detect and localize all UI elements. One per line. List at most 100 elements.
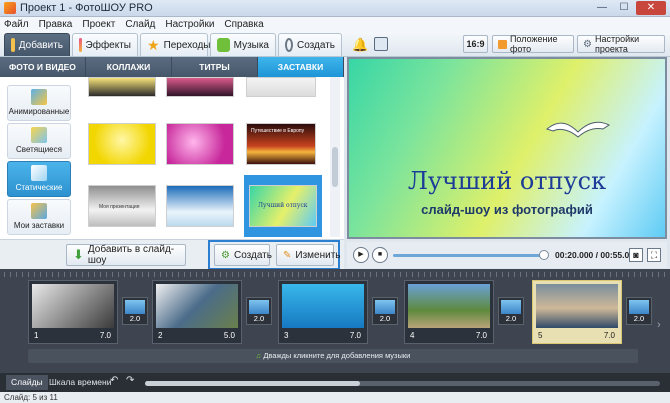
sub-tabs: ФОТО И ВИДЕО КОЛЛАЖИ ТИТРЫ ЗАСТАВКИ: [0, 57, 344, 77]
category-glowing[interactable]: Светящиеся: [7, 123, 71, 159]
menu-settings[interactable]: Настройки: [165, 19, 214, 30]
arrow-down-icon: ⬇: [73, 247, 84, 262]
play-button[interactable]: ▶: [353, 247, 369, 263]
bell-icon[interactable]: 🔔: [352, 37, 368, 52]
menu-help[interactable]: Справка: [224, 19, 263, 30]
menu-file[interactable]: Файл: [4, 19, 29, 30]
fullscreen-icon[interactable]: ⛶: [647, 248, 661, 262]
transition-3-preview: [375, 300, 395, 314]
slide-1-info: 1 7.0: [34, 331, 111, 340]
create-intro-button[interactable]: ⚙ Создать: [214, 244, 272, 266]
slide-1-photo: [32, 284, 114, 328]
photo-icon[interactable]: [374, 37, 388, 51]
minimize-button[interactable]: —: [592, 1, 612, 15]
tab-timeline[interactable]: Шкала времени: [44, 375, 116, 390]
transition-2[interactable]: 2.0: [246, 297, 272, 325]
slide-2[interactable]: 2 5.0: [152, 280, 242, 344]
preview-title: Лучший отпуск: [407, 167, 607, 195]
preview-window: Лучший отпуск слайд-шоу из фотографий: [347, 57, 667, 239]
gallery-actions: ⬇ Добавить в слайд-шоу ⚙ Создать ✎ Измен…: [0, 239, 344, 270]
snapshot-icon[interactable]: ◙: [629, 248, 643, 262]
slide-4-info: 4 7.0: [410, 331, 487, 340]
music-icon: [217, 38, 230, 52]
playback-knob[interactable]: [539, 250, 549, 260]
film-reel-icon: [285, 38, 293, 52]
tab-create[interactable]: Создать: [278, 33, 342, 56]
menu-project[interactable]: Проект: [82, 19, 115, 30]
slide-3[interactable]: 3 7.0: [278, 280, 368, 344]
tab-add[interactable]: Добавить: [4, 33, 70, 56]
folder-icon: [11, 38, 15, 52]
playback-track[interactable]: [393, 254, 543, 257]
timeline-scroll-knob[interactable]: [145, 381, 360, 386]
transition-3[interactable]: 2.0: [372, 297, 398, 325]
photo-position-button[interactable]: Положение фото: [492, 34, 574, 54]
close-button[interactable]: ✕: [636, 1, 666, 15]
intro-thumb-sunflower[interactable]: [88, 123, 156, 165]
music-note-icon: ♫: [255, 351, 262, 360]
add-to-slideshow-button[interactable]: ⬇ Добавить в слайд-шоу: [66, 244, 186, 266]
redo-icon[interactable]: ↷: [126, 375, 134, 386]
subtab-collages[interactable]: КОЛЛАЖИ: [86, 57, 172, 77]
category-my-intros[interactable]: Мои заставки: [7, 199, 71, 235]
gallery-scroll-knob[interactable]: [332, 147, 338, 187]
stop-button[interactable]: ■: [372, 247, 388, 263]
static-icon: [31, 165, 47, 181]
subtab-intros[interactable]: ЗАСТАВКИ: [258, 57, 344, 77]
menu-slide[interactable]: Слайд: [125, 19, 155, 30]
intro-thumb-presentation[interactable]: Моя презентация: [88, 185, 156, 227]
subtab-titles[interactable]: ТИТРЫ: [172, 57, 258, 77]
timeline-scrollbar[interactable]: [145, 381, 660, 386]
intro-thumb-sunset[interactable]: Путешествие в Европу: [246, 123, 316, 165]
gallery-scrollbar[interactable]: [330, 77, 340, 237]
transition-1-preview: [125, 300, 145, 314]
aspect-ratio-button[interactable]: 16:9: [463, 35, 488, 53]
intro-thumb-star[interactable]: [166, 123, 234, 165]
project-settings-button[interactable]: ⚙ Настройки проекта: [577, 34, 665, 54]
tab-effects[interactable]: Эффекты: [72, 33, 138, 56]
intro-thumb-top-2[interactable]: [166, 77, 234, 97]
star-icon: ★: [147, 37, 160, 53]
chevron-right-icon[interactable]: ›: [657, 319, 661, 331]
intro-thumb-top-1[interactable]: [88, 77, 156, 97]
player-controls: ▶ ■ 00:20.000 / 00:55.000 ◙ ⛶: [347, 242, 667, 268]
subtab-photo-video[interactable]: ФОТО И ВИДЕО: [0, 57, 86, 77]
window-title: Проект 1 - ФотоШОУ PRO: [20, 2, 153, 14]
slide-1[interactable]: 1 7.0: [28, 280, 118, 344]
transition-1[interactable]: 2.0: [122, 297, 148, 325]
edit-intro-button[interactable]: ✎ Изменить: [276, 244, 341, 266]
undo-icon[interactable]: ↶: [110, 375, 118, 386]
tab-transitions[interactable]: ★ Переходы: [140, 33, 210, 56]
slide-2-photo: [156, 284, 238, 328]
timeline-tabs: Слайды Шкала времени ↶ ↷: [0, 373, 670, 392]
gear-icon: ⚙: [583, 38, 592, 50]
intro-thumb-top-3[interactable]: [246, 77, 316, 97]
slide-counter: Слайд: 5 из 11: [4, 393, 58, 402]
intro-thumb-best-vacation[interactable]: Лучший отпуск: [249, 185, 317, 227]
category-animated[interactable]: Анимированные: [7, 85, 71, 121]
slide-5[interactable]: 5 7.0: [532, 280, 622, 344]
maximize-button[interactable]: ☐: [614, 1, 634, 15]
slide-5-info: 5 7.0: [538, 331, 615, 340]
intro-thumb-turtle[interactable]: [166, 185, 234, 227]
transition-5[interactable]: 2.0: [626, 297, 652, 325]
tab-music[interactable]: Музыка: [210, 33, 276, 56]
slide-4[interactable]: 4 7.0: [404, 280, 494, 344]
frame-icon: [498, 39, 507, 49]
slide-2-info: 2 5.0: [158, 331, 235, 340]
preview-subtitle: слайд-шоу из фотографий: [421, 202, 593, 217]
transition-5-preview: [629, 300, 649, 314]
category-list: Анимированные Светящиеся Статические Мои…: [7, 77, 73, 237]
menu-edit[interactable]: Правка: [39, 19, 73, 30]
category-static[interactable]: Статические: [7, 161, 71, 197]
app-logo-icon: [4, 2, 16, 14]
tab-slides[interactable]: Слайды: [6, 375, 48, 390]
slide-4-photo: [408, 284, 490, 328]
music-track[interactable]: ♫ Дважды кликните для добавления музыки: [28, 349, 638, 363]
effects-icon: [79, 38, 82, 52]
transition-4[interactable]: 2.0: [498, 297, 524, 325]
slide-3-info: 3 7.0: [284, 331, 361, 340]
my-intros-icon: [31, 203, 47, 219]
title-bar: Проект 1 - ФотоШОУ PRO — ☐ ✕: [0, 0, 670, 17]
transition-2-preview: [249, 300, 269, 314]
